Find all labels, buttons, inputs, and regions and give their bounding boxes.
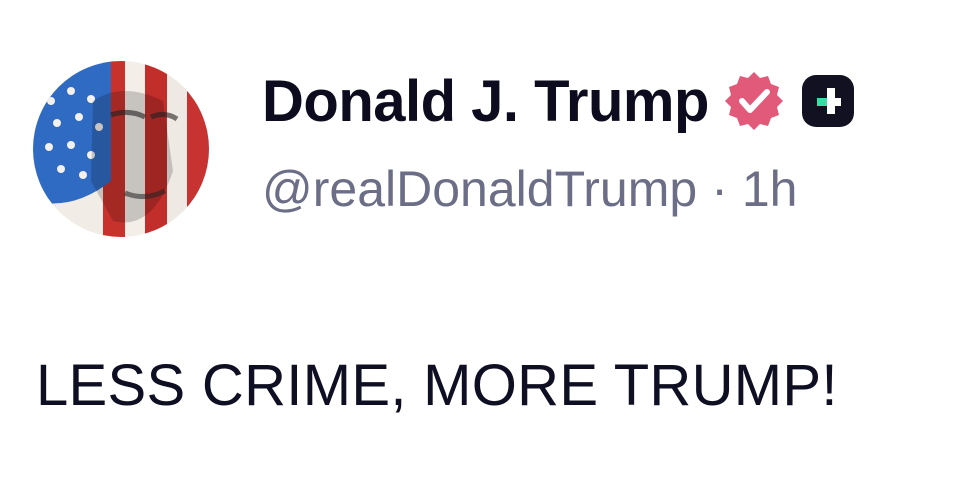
name-row: Donald J. Trump [262,58,952,144]
avatar-image [33,61,209,237]
post-timestamp[interactable]: 1h [742,160,798,218]
post-card: Donald J. Trump @realDonaldTrump · 1h LE… [0,0,968,478]
meta-separator: · [711,161,728,217]
avatar[interactable] [33,61,209,237]
post-text: LESS CRIME, MORE TRUMP! [36,353,838,418]
meta-row: @realDonaldTrump · 1h [262,160,952,218]
post-header: Donald J. Trump @realDonaldTrump · 1h [262,58,952,218]
author-handle[interactable]: @realDonaldTrump [262,160,697,218]
truth-social-icon [801,74,855,128]
display-name[interactable]: Donald J. Trump [262,68,709,135]
verified-check-icon [723,70,785,132]
